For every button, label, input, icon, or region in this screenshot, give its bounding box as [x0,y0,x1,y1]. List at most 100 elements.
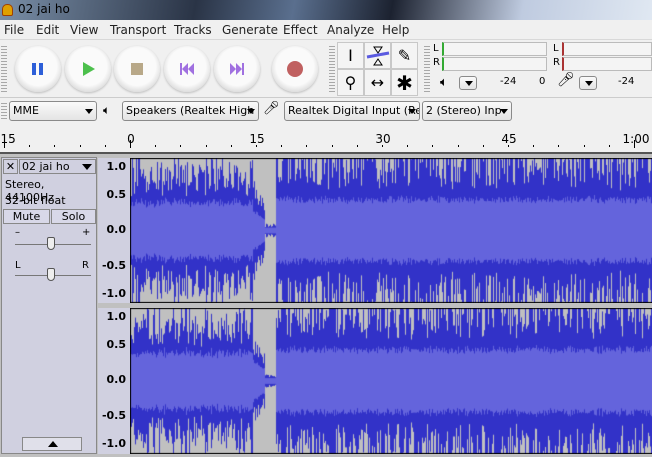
ruler-tick [332,145,333,147]
y-label: 0.0 [106,223,127,236]
track-control-panel: ✕ 02 jai ho Stereo, 44100Hz 32-bit float… [1,157,97,454]
menu-help[interactable]: Help [382,23,409,37]
time-shift-tool[interactable]: ↔ [364,69,391,96]
track-name-menu[interactable]: 02 jai ho [19,159,96,174]
solo-label: Solo [61,210,86,223]
menu-generate[interactable]: Generate [222,23,278,37]
ruler-tick [558,145,559,147]
ruler-tick [105,145,106,147]
ruler-label: 0 [127,132,135,146]
y-label: -1.0 [101,437,126,450]
play-meter-right[interactable] [442,57,547,71]
multi-tool[interactable]: ✱ [391,69,418,96]
envelope-tool[interactable] [364,42,391,69]
y-axis-right-channel: 1.0 0.5 0.0 -0.5 -1.0 [98,308,130,454]
waveform-left-channel[interactable] [130,158,652,303]
pan-left-label: L [15,260,21,271]
ruler-label: -15 [0,132,16,146]
menu-file[interactable]: File [4,23,24,37]
ruler-tick [29,145,30,147]
meter-grip[interactable] [424,44,430,94]
draw-tool[interactable]: ✎ [391,42,418,69]
y-label: 0.5 [106,188,127,201]
mute-button[interactable]: Mute [3,209,50,224]
y-label: 1.0 [106,160,127,173]
play-meter-left[interactable] [442,42,547,56]
skip-to-start-button[interactable] [164,46,210,92]
menu-tracks[interactable]: Tracks [174,23,212,37]
microphone-icon: 🎤︎ [557,72,575,88]
ruler-tick [584,145,585,147]
pan-slider-thumb[interactable] [47,268,55,281]
skip-end-icon [230,63,244,75]
menu-analyze[interactable]: Analyze [327,23,374,37]
collapse-arrow-icon [48,441,58,447]
toolbar-grip[interactable] [1,44,7,94]
ruler-tick [281,145,282,147]
ruler-tick [155,145,156,147]
zoom-tool[interactable]: ⚲ [337,69,364,96]
play-scale-minus24: -24 [500,76,517,87]
title-bar: 02 jai ho [0,0,652,20]
pause-button[interactable] [15,46,61,92]
collapse-track-button[interactable] [22,437,82,451]
timeline-ruler[interactable]: -15 0 15 30 45 1:00 [0,126,652,152]
play-icon [83,62,95,76]
close-track-button[interactable]: ✕ [3,159,18,174]
ruler-tick [256,145,257,147]
menu-effect[interactable]: Effect [283,23,318,37]
ruler-tick [80,145,81,147]
dropdown-arrow-icon [82,164,92,170]
speaker-icon: 🔈︎ [103,103,111,117]
play-meter-r-label: R [433,57,440,68]
audacity-app-icon [2,4,13,16]
input-device-value: Realtek Digital Input (Re [288,104,420,117]
record-meter-right[interactable] [562,57,652,71]
y-label: 1.0 [106,310,127,323]
tools-grip[interactable] [329,44,335,94]
ruler-tick [634,140,635,148]
ruler-label: 15 [249,132,265,146]
record-meter-menu[interactable] [579,76,597,90]
output-device-select[interactable]: Speakers (Realtek High [122,101,259,121]
input-device-select[interactable]: Realtek Digital Input (Re [284,101,420,121]
stop-icon [131,63,143,75]
device-grip[interactable] [1,101,7,121]
solo-button[interactable]: Solo [51,209,96,224]
stop-button[interactable] [114,46,160,92]
menu-bar: File Edit View Transport Tracks Generate… [0,20,652,40]
pan-right-label: R [82,260,89,271]
speaker-icon: 🔈︎ [440,75,448,90]
waveform-right-channel[interactable] [130,308,652,454]
y-axis-left-channel: 1.0 0.5 0.0 -0.5 -1.0 [98,158,130,303]
skip-to-end-button[interactable] [214,46,260,92]
host-select[interactable]: MME [9,101,97,121]
play-scale-0: 0 [539,76,546,87]
ruler-tick [533,145,534,147]
record-meter-left[interactable] [562,42,652,56]
selection-tool[interactable]: I [337,42,364,69]
ruler-tick [432,145,433,147]
ruler-label: 45 [501,132,517,146]
asterisk-icon: ✱ [396,70,413,95]
gain-slider-thumb[interactable] [47,237,55,250]
ruler-tick [609,145,610,147]
menu-view[interactable]: View [70,23,98,37]
divider [0,97,652,98]
double-arrow-icon: ↔ [370,73,385,92]
ruler-tick [130,140,131,148]
menu-transport[interactable]: Transport [110,23,166,37]
play-button[interactable] [65,46,111,92]
play-meter-menu[interactable] [459,76,477,90]
record-button[interactable] [272,46,318,92]
menu-edit[interactable]: Edit [36,23,59,37]
record-meter-l-label: L [553,43,559,54]
ruler-tick [508,145,509,147]
ruler-label: 30 [375,132,391,146]
y-label: -0.5 [101,259,126,272]
ruler-tick [180,145,181,147]
pencil-icon: ✎ [397,46,412,65]
ruler-tick [206,145,207,147]
envelope-icon [366,46,389,65]
channels-select[interactable]: 2 (Stereo) Inp [422,101,512,121]
